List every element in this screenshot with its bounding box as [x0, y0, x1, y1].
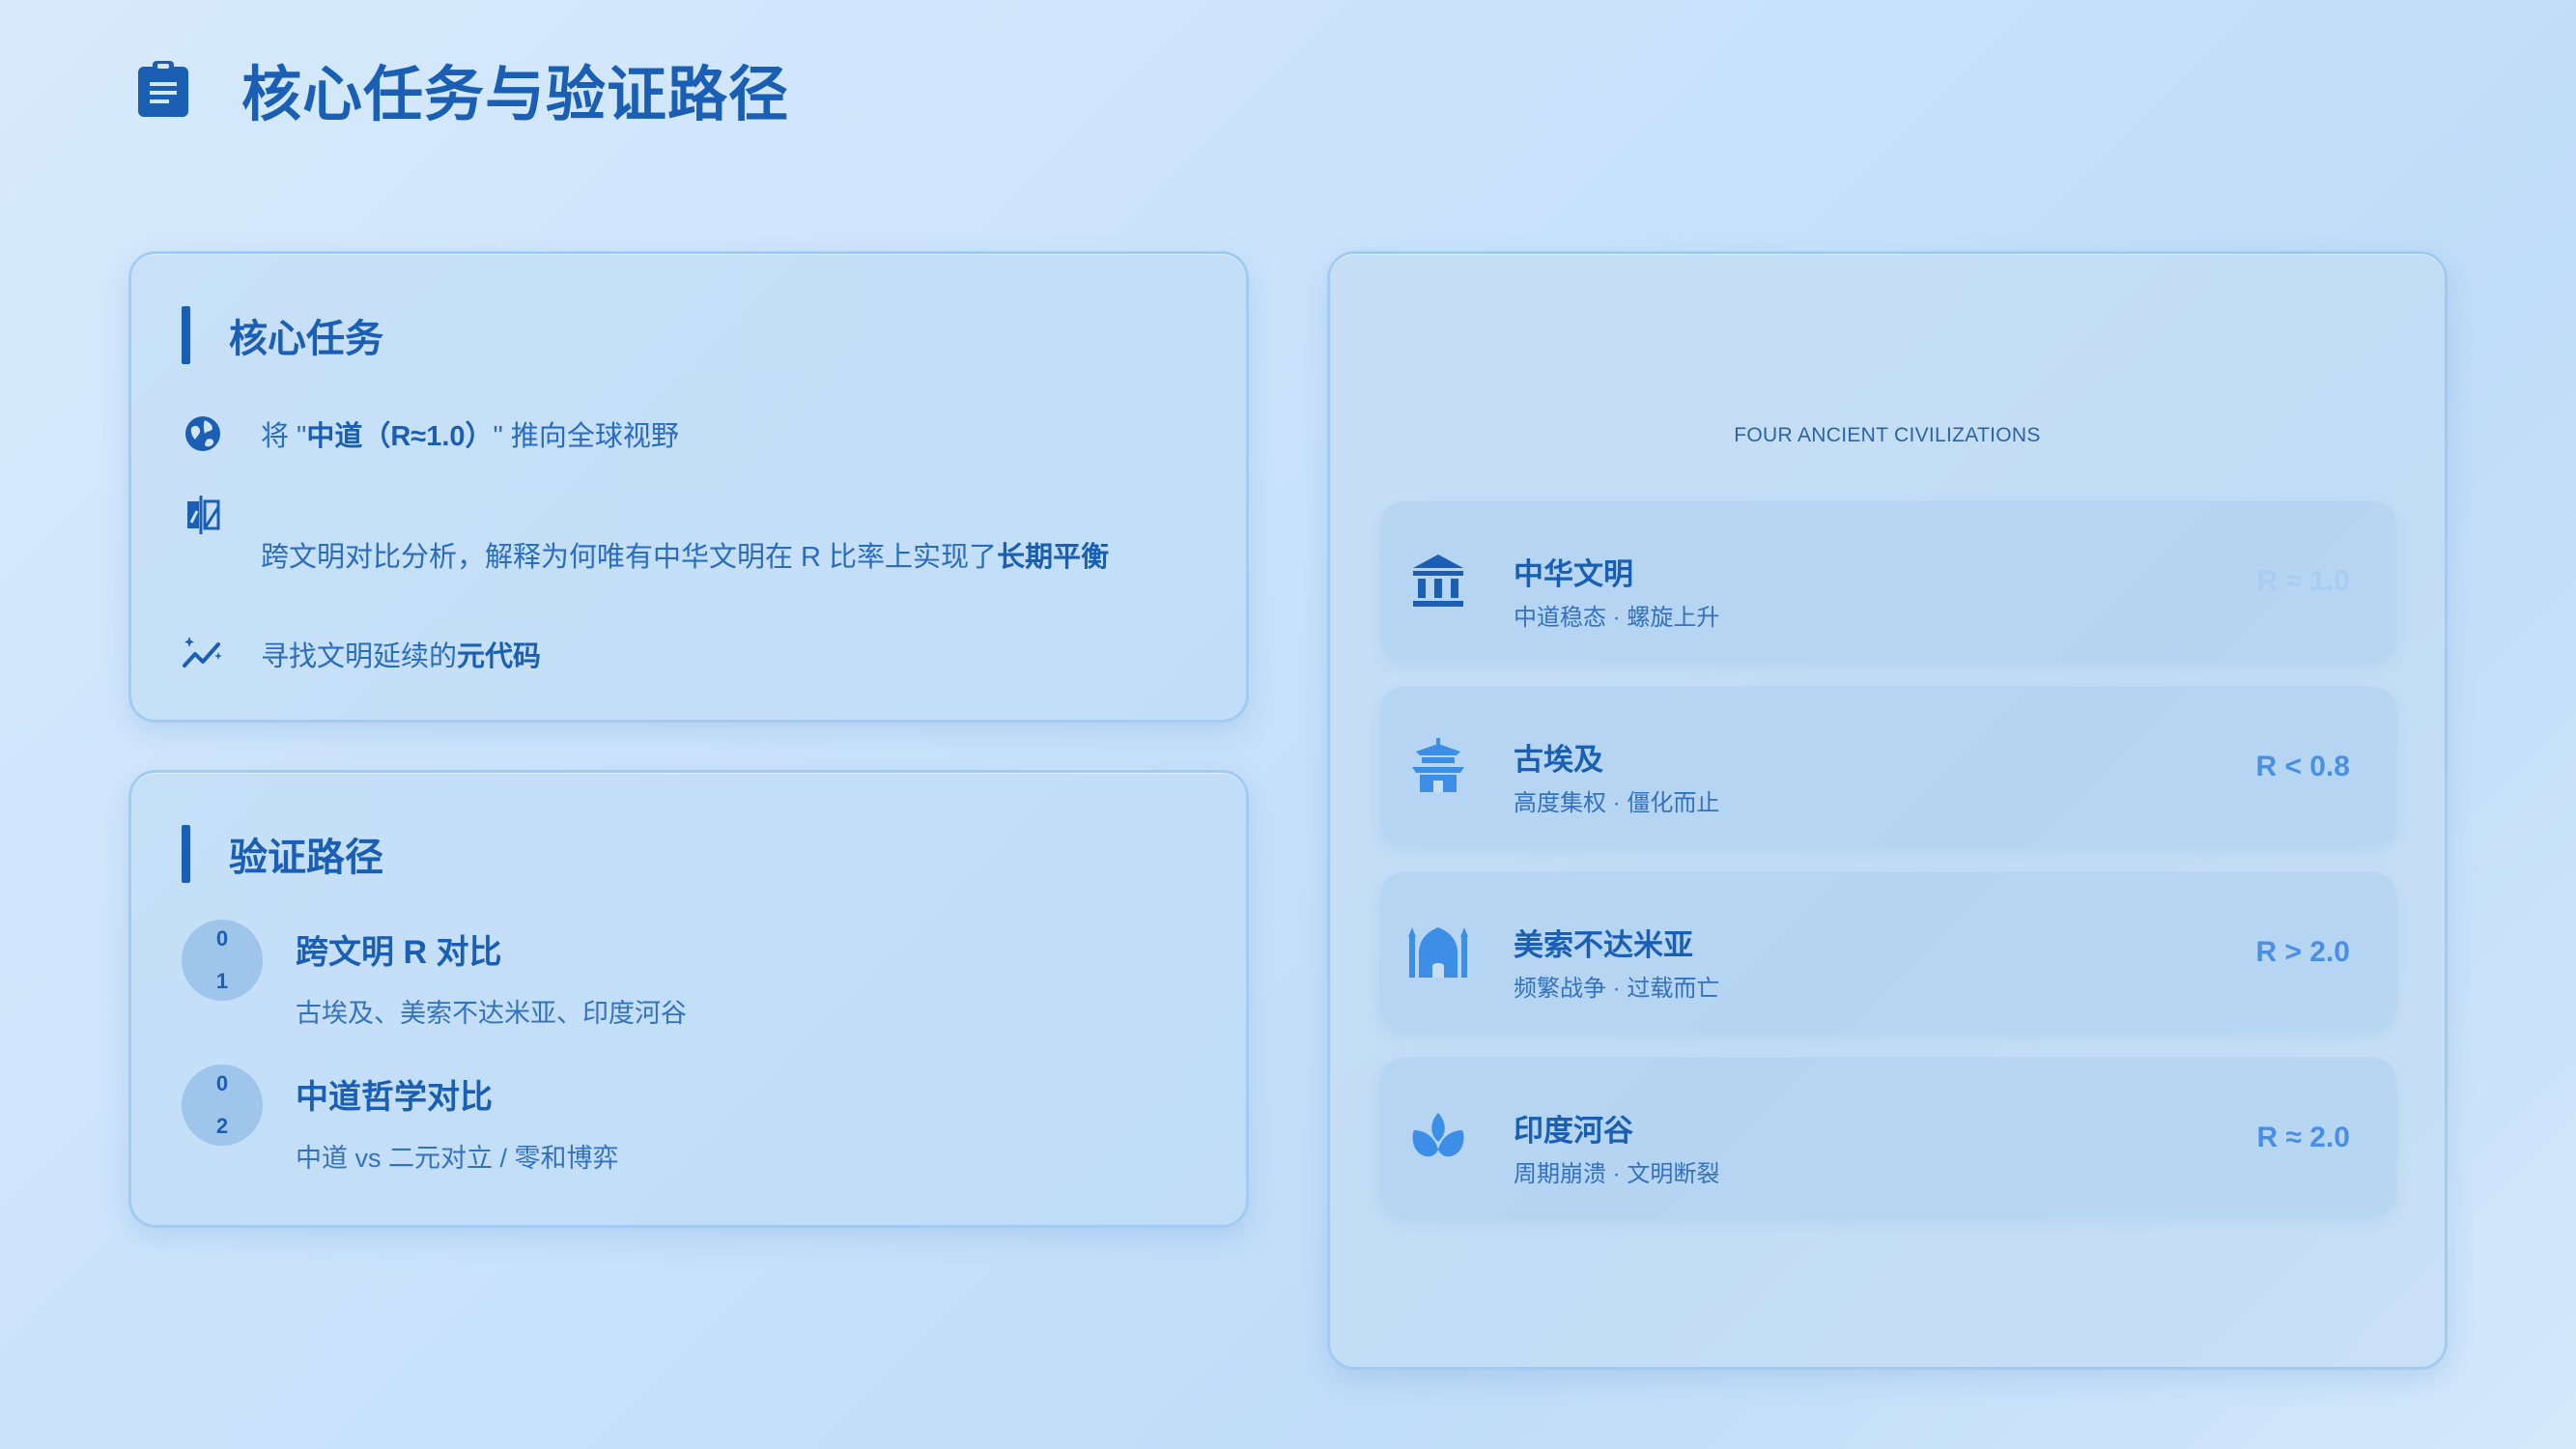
clipboard-icon [133, 59, 193, 119]
step-number-badge: 0 1 [182, 920, 263, 1001]
civ-item-china: 中华文明 中道稳态 · 螺旋上升 R ≈ 1.0 [1380, 501, 2396, 660]
civ-desc: 高度集权 · 僵化而止 [1514, 790, 1720, 816]
civ-desc: 中道稳态 · 螺旋上升 [1514, 605, 1720, 631]
mosque-icon [1407, 921, 1469, 982]
compare-icon [182, 494, 224, 536]
civ-name: 古埃及 [1514, 743, 1603, 777]
civ-ratio: R ≈ 2.0 [2256, 1122, 2350, 1153]
civ-name: 印度河谷 [1514, 1114, 1633, 1148]
civ-item-egypt: 古埃及 高度集权 · 僵化而止 R < 0.8 [1380, 687, 2396, 845]
lotus-icon [1407, 1106, 1469, 1168]
step-desc: 中道 vs 二元对立 / 零和博弈 [296, 1144, 619, 1173]
page-title: 核心任务与验证路径 [241, 62, 790, 128]
step-title: 中道哲学对比 [296, 1079, 493, 1116]
civ-ratio: R < 0.8 [2255, 751, 2350, 782]
civ-ratio: R > 2.0 [2255, 936, 2350, 968]
temple-icon [1407, 735, 1469, 797]
page-header: 核心任务与验证路径 [133, 50, 789, 128]
core-task-card: 核心任务 将 "中道（R≈1.0）" 推向全球视野 跨文明对比分析，解释为何唯有… [128, 251, 1249, 723]
task-text-3: 寻找文明延续的元代码 [261, 641, 542, 672]
civ-desc: 频繁战争 · 过载而亡 [1514, 976, 1720, 1002]
civ-name: 美索不达米亚 [1514, 928, 1693, 962]
museum-icon [1407, 550, 1469, 611]
task-text-1: 将 "中道（R≈1.0）" 推向全球视野 [261, 421, 679, 452]
civilizations-card: FOUR ANCIENT CIVILIZATIONS 中华文明 中道稳态 · 螺… [1327, 251, 2448, 1370]
civilizations-heading: FOUR ANCIENT CIVILIZATIONS [1734, 424, 2041, 446]
civ-name: 中华文明 [1514, 557, 1633, 591]
step-item-2: 0 2 中道哲学对比 中道 vs 二元对立 / 零和博弈 [182, 1065, 619, 1175]
core-task-title: 核心任务 [229, 318, 383, 360]
task-item-1: 将 "中道（R≈1.0）" 推向全球视野 [182, 412, 679, 455]
verify-path-title: 验证路径 [229, 837, 383, 879]
civ-item-mesopotamia: 美索不达米亚 频繁战争 · 过载而亡 R > 2.0 [1380, 872, 2396, 1031]
verify-path-header: 验证路径 [182, 825, 383, 883]
step-item-1: 0 1 跨文明 R 对比 古埃及、美索不达米亚、印度河谷 [182, 920, 687, 1030]
task-text-2: 跨文明对比分析，解释为何唯有中华文明在 R 比率上实现了长期平衡 [261, 542, 1110, 573]
sparkle-chart-icon [182, 633, 224, 675]
step-desc: 古埃及、美索不达米亚、印度河谷 [296, 999, 687, 1028]
step-number-badge: 0 2 [182, 1065, 263, 1146]
section-accent-bar [182, 825, 190, 883]
core-task-header: 核心任务 [182, 306, 383, 364]
step-title: 跨文明 R 对比 [296, 934, 502, 971]
civ-item-indus: 印度河谷 周期崩溃 · 文明断裂 R ≈ 2.0 [1380, 1058, 2396, 1216]
verify-path-card: 验证路径 0 1 跨文明 R 对比 古埃及、美索不达米亚、印度河谷 0 2 中道… [128, 770, 1249, 1228]
globe-icon [182, 412, 224, 455]
task-item-2: 跨文明对比分析，解释为何唯有中华文明在 R 比率上实现了长期平衡 [182, 494, 1109, 575]
civ-ratio: R ≈ 1.0 [2256, 565, 2350, 597]
section-accent-bar [182, 306, 190, 364]
task-item-3: 寻找文明延续的元代码 [182, 633, 541, 675]
civ-desc: 周期崩溃 · 文明断裂 [1514, 1161, 1720, 1187]
